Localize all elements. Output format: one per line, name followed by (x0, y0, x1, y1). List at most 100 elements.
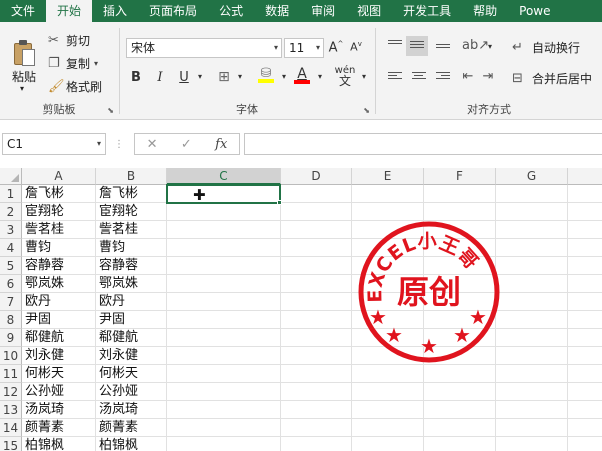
bold-button[interactable]: B (128, 70, 144, 85)
column-header-e[interactable]: E (352, 168, 424, 185)
tab-power[interactable]: Powe (508, 0, 561, 22)
cell-a1[interactable]: 詹飞彬 (22, 185, 96, 203)
cell-area[interactable]: 詹飞彬 詹飞彬 宦翔轮 宦翔轮 訾茗桂 訾茗桂 曹钧 曹钧 容静蓉 容静蓉 鄂岚姝 鄂岚姝 欧丹 欧丹 尹固… (0, 168, 602, 451)
cell-a2[interactable]: 宦翔轮 (22, 203, 96, 221)
cell-a14[interactable]: 颜菁素 (22, 419, 96, 437)
column-header-a[interactable]: A (22, 168, 96, 185)
tab-formulas[interactable]: 公式 (208, 0, 254, 22)
phonetic-button[interactable]: wén 文 (332, 66, 358, 88)
cell-b7[interactable]: 欧丹 (96, 293, 167, 311)
cell-a10[interactable]: 刘永健 (22, 347, 96, 365)
tab-insert[interactable]: 插入 (92, 0, 138, 22)
dialog-launcher-icon[interactable]: ⬊ (363, 106, 370, 115)
chevron-down-icon[interactable]: ▾ (356, 72, 372, 81)
cell-a13[interactable]: 汤岚琦 (22, 401, 96, 419)
row-header[interactable]: 2 (0, 203, 22, 221)
copy-button[interactable]: ❐ 复制 ▾ (48, 55, 98, 72)
row-header[interactable]: 11 (0, 365, 22, 383)
cell-a9[interactable]: 郗健航 (22, 329, 96, 347)
merge-center-button[interactable]: ⊟ 合并后居中 (512, 70, 592, 87)
fill-color-button[interactable]: ⛁ (258, 66, 274, 83)
align-right-icon[interactable] (436, 72, 450, 84)
row-header[interactable]: 4 (0, 239, 22, 257)
increase-indent-icon[interactable]: ⇥ (480, 69, 496, 84)
row-header[interactable]: 1 (0, 185, 22, 203)
borders-icon[interactable]: ⊞ (216, 69, 232, 85)
row-header[interactable]: 8 (0, 311, 22, 329)
cell-b5[interactable]: 容静蓉 (96, 257, 167, 275)
active-cell-c1[interactable] (166, 184, 281, 204)
tab-data[interactable]: 数据 (254, 0, 300, 22)
align-top-icon[interactable] (388, 40, 402, 52)
cut-button[interactable]: ✂ 剪切 (48, 32, 90, 49)
cell-b4[interactable]: 曹钧 (96, 239, 167, 257)
cell-b8[interactable]: 尹固 (96, 311, 167, 329)
cell-a5[interactable]: 容静蓉 (22, 257, 96, 275)
cell-a8[interactable]: 尹固 (22, 311, 96, 329)
chevron-down-icon[interactable]: ▾ (482, 42, 498, 51)
cell-b2[interactable]: 宦翔轮 (96, 203, 167, 221)
row-header[interactable]: 15 (0, 437, 22, 451)
column-header-f[interactable]: F (424, 168, 496, 185)
dialog-launcher-icon[interactable]: ⬊ (107, 106, 114, 115)
chevron-down-icon[interactable]: ▾ (232, 72, 248, 81)
align-middle-icon[interactable] (406, 36, 428, 56)
orientation-icon[interactable]: ab↗ (462, 38, 489, 53)
select-all-button[interactable] (0, 168, 22, 185)
cell-b9[interactable]: 郗健航 (96, 329, 167, 347)
cell-a11[interactable]: 何彬天 (22, 365, 96, 383)
insert-function-icon[interactable]: fx (215, 137, 227, 152)
cell-b1[interactable]: 詹飞彬 (96, 185, 167, 203)
chevron-down-icon[interactable]: ▾ (192, 72, 208, 81)
row-header[interactable]: 3 (0, 221, 22, 239)
tab-file[interactable]: 文件 (0, 0, 46, 22)
font-size-select[interactable]: 11 ▾ (284, 38, 324, 58)
chevron-down-icon[interactable]: ▾ (276, 72, 292, 81)
tab-view[interactable]: 视图 (346, 0, 392, 22)
cell-b13[interactable]: 汤岚琦 (96, 401, 167, 419)
cell-b6[interactable]: 鄂岚姝 (96, 275, 167, 293)
tab-page-layout[interactable]: 页面布局 (138, 0, 208, 22)
cell-b3[interactable]: 訾茗桂 (96, 221, 167, 239)
italic-button[interactable]: I (152, 70, 168, 85)
tab-developer[interactable]: 开发工具 (392, 0, 462, 22)
font-color-button[interactable]: A (294, 66, 310, 84)
cell-a15[interactable]: 柏锦枫 (22, 437, 96, 451)
column-header-b[interactable]: B (96, 168, 167, 185)
chevron-down-icon[interactable]: ▾ (312, 72, 328, 81)
cell-b10[interactable]: 刘永健 (96, 347, 167, 365)
cell-a3[interactable]: 訾茗桂 (22, 221, 96, 239)
tab-review[interactable]: 审阅 (300, 0, 346, 22)
paste-button[interactable]: 粘贴 ▾ (6, 30, 44, 100)
cell-a12[interactable]: 公孙娅 (22, 383, 96, 401)
tab-help[interactable]: 帮助 (462, 0, 508, 22)
cell-b11[interactable]: 何彬天 (96, 365, 167, 383)
cell-b12[interactable]: 公孙娅 (96, 383, 167, 401)
row-header[interactable]: 7 (0, 293, 22, 311)
cell-b15[interactable]: 柏锦枫 (96, 437, 167, 451)
align-bottom-icon[interactable] (436, 44, 450, 56)
wrap-text-button[interactable]: ↵ 自动换行 (512, 39, 580, 56)
row-header[interactable]: 10 (0, 347, 22, 365)
row-header[interactable]: 14 (0, 419, 22, 437)
fill-handle[interactable] (277, 200, 282, 205)
row-header[interactable]: 6 (0, 275, 22, 293)
underline-button[interactable]: U (176, 70, 192, 85)
tab-home[interactable]: 开始 (46, 0, 93, 22)
format-painter-button[interactable]: 🖌 格式刷 (48, 78, 102, 95)
cancel-icon[interactable]: ✕ (147, 137, 158, 152)
column-header-g[interactable]: G (496, 168, 568, 185)
formula-input[interactable] (244, 133, 602, 155)
decrease-font-button[interactable]: Av (348, 40, 364, 54)
row-header[interactable]: 9 (0, 329, 22, 347)
cell-a6[interactable]: 鄂岚姝 (22, 275, 96, 293)
enter-icon[interactable]: ✓ (181, 137, 192, 152)
font-name-select[interactable]: 宋体 ▾ (126, 38, 282, 58)
cell-a4[interactable]: 曹钧 (22, 239, 96, 257)
column-header-d[interactable]: D (281, 168, 352, 185)
align-center-icon[interactable] (412, 72, 426, 84)
name-box[interactable]: C1 ▾ (2, 133, 106, 155)
row-header[interactable]: 12 (0, 383, 22, 401)
cell-a7[interactable]: 欧丹 (22, 293, 96, 311)
column-header-c[interactable]: C (167, 168, 281, 185)
